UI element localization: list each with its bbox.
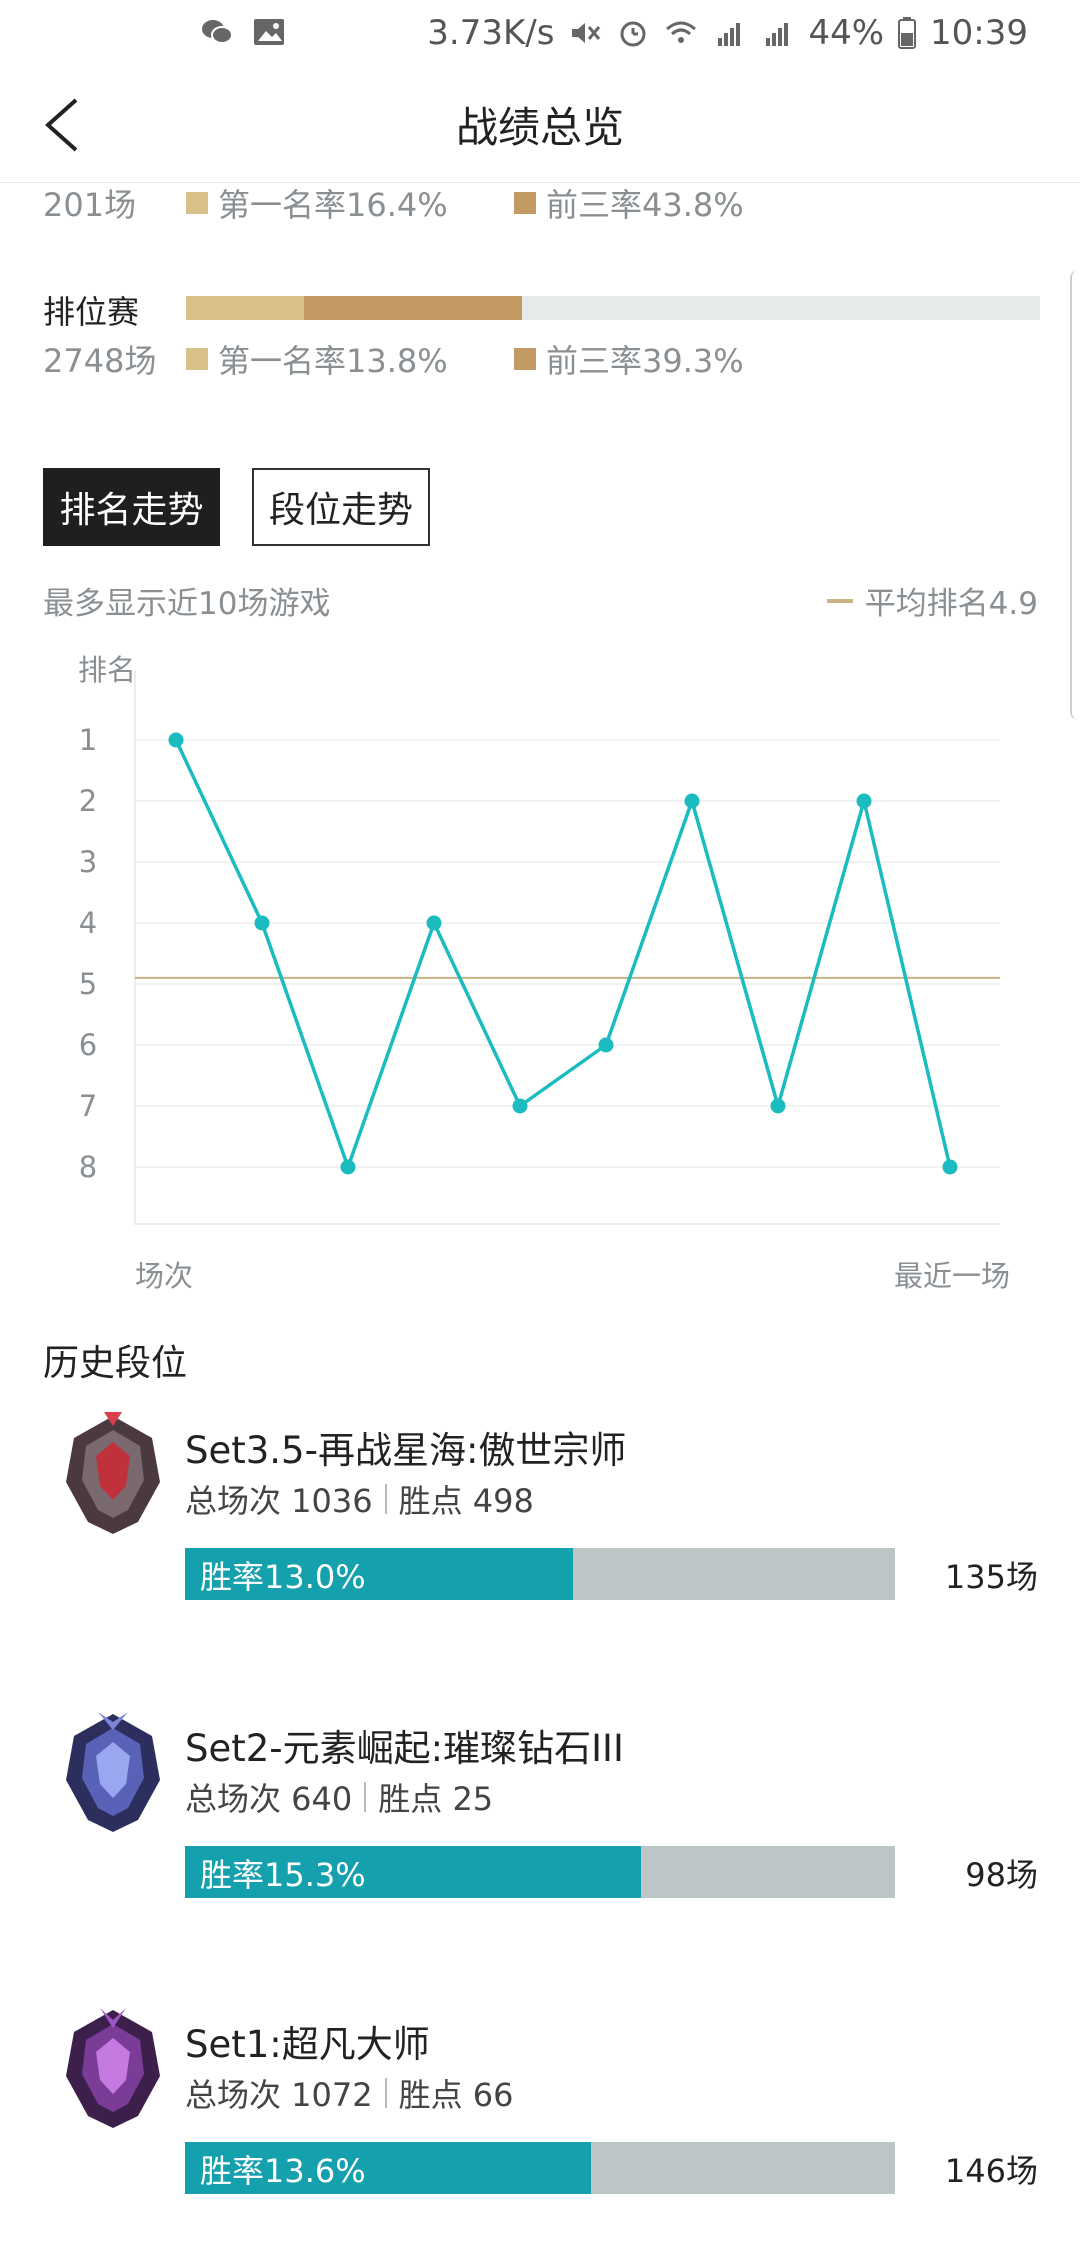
chart-note: 最多显示近10场游戏 <box>43 586 331 622</box>
diamond-emblem-icon <box>66 1712 160 1832</box>
ranked-first-rate: 第一名率13.8% <box>186 336 448 382</box>
rank-data-point[interactable] <box>684 793 700 809</box>
ranked-first-rate-text: 第一名率13.8% <box>218 342 448 380</box>
season-total-games: 总场次 640 <box>185 1780 353 1818</box>
signal-4g-icon <box>718 23 741 46</box>
rank-data-point[interactable] <box>512 1098 528 1114</box>
clock: 10:39 <box>930 13 1028 53</box>
ranked-top3-rate: 前三率39.3% <box>514 336 744 382</box>
win-rate-label: 胜率13.0% <box>200 1558 366 1596</box>
master-emblem-icon <box>66 2008 160 2128</box>
ranked-top3-rate-text: 前三率39.3% <box>546 342 744 380</box>
signal-e-icon <box>766 23 789 46</box>
battery-icon <box>898 17 917 49</box>
y-tick-label: 5 <box>79 967 97 1001</box>
season-name: Set1:超凡大师 <box>185 2023 430 2066</box>
wifi-icon <box>666 21 697 43</box>
y-tick-label: 2 <box>79 784 97 818</box>
average-rank-legend: 平均排名4.9 <box>826 578 1038 623</box>
season-games-count: 98场 <box>965 1856 1038 1894</box>
rank-data-point[interactable] <box>942 1159 958 1175</box>
status-bar: 3.73K/s 44% 10:39 <box>0 0 1080 66</box>
rank-data-point[interactable] <box>598 1037 614 1053</box>
season-games-count: 146场 <box>944 2152 1038 2190</box>
win-rate-label: 胜率13.6% <box>200 2152 366 2190</box>
status-right: 3.73K/s 44% 10:39 <box>427 10 1028 56</box>
ranked-label: 排位赛 <box>43 293 140 331</box>
header: 战绩总览 <box>0 66 1080 183</box>
season-name: Set2-元素崛起:璀璨钻石III <box>185 1727 624 1770</box>
normal-top3-rate: 前三率43.8% <box>514 180 744 226</box>
season-stats: 总场次 1072 胜点 66 <box>185 2070 514 2116</box>
mute-icon <box>572 23 601 43</box>
chart-axes <box>134 670 1000 1225</box>
x-axis-end-label: 最近一场 <box>894 1259 1010 1293</box>
top3-rate-swatch <box>514 348 536 370</box>
ranked-count: 2748场 <box>43 342 157 380</box>
rank-trend-chart: 排名 1 2 3 4 5 6 7 8 场次 最近一场 <box>78 653 1010 1293</box>
x-axis-start-label: 场次 <box>135 1259 193 1293</box>
tab-rank-trend[interactable]: 排名走势 <box>43 468 220 546</box>
season-points: 胜点 25 <box>378 1780 494 1818</box>
average-rank-text: 平均排名4.9 <box>864 586 1038 622</box>
top3-rate-swatch <box>514 192 536 214</box>
season-card[interactable]: Set1:超凡大师 总场次 1072 胜点 66 胜率13.6% 146场 <box>0 2006 1080 2266</box>
season-total-games: 总场次 1036 <box>185 1482 373 1520</box>
page-title: 战绩总览 <box>455 103 624 152</box>
season-stats: 总场次 1036 胜点 498 <box>185 1476 534 1522</box>
rank-data-point[interactable] <box>254 915 270 931</box>
battery-percent: 44% <box>808 13 885 53</box>
grandmaster-emblem-icon <box>66 1412 160 1534</box>
y-tick-label: 8 <box>79 1150 97 1184</box>
network-speed: 3.73K/s <box>427 13 555 53</box>
first-rate-swatch <box>186 192 208 214</box>
y-tick-label: 3 <box>79 845 97 879</box>
history-title: 历史段位 <box>43 1343 188 1384</box>
rank-data-point[interactable] <box>770 1098 786 1114</box>
stats-divider <box>364 1782 367 1812</box>
stats-divider <box>384 2078 387 2108</box>
normal-top3-rate-text: 前三率43.8% <box>546 186 744 224</box>
y-tick-label: 7 <box>79 1089 97 1123</box>
y-axis-title: 排名 <box>78 653 136 687</box>
normal-first-rate: 第一名率16.4% <box>186 180 448 226</box>
ranked-first-bar <box>186 296 304 320</box>
rank-data-point[interactable] <box>856 793 872 809</box>
normal-count: 201场 <box>43 186 137 224</box>
rank-data-point[interactable] <box>168 732 184 748</box>
rank-data-point[interactable] <box>426 915 442 931</box>
rank-data-point[interactable] <box>340 1159 356 1175</box>
normal-first-rate-text: 第一名率16.4% <box>218 186 448 224</box>
season-card[interactable]: Set2-元素崛起:璀璨钻石III 总场次 640 胜点 25 胜率15.3% … <box>0 1710 1080 1970</box>
status-left-icons <box>200 14 286 50</box>
season-points: 胜点 498 <box>398 1482 534 1520</box>
season-name: Set3.5-再战星海:傲世宗师 <box>185 1429 627 1472</box>
first-rate-swatch <box>186 348 208 370</box>
y-tick-label: 4 <box>79 906 97 940</box>
wechat-icon <box>202 20 233 44</box>
rank-series-line <box>174 739 952 1169</box>
gallery-icon <box>254 19 284 45</box>
average-line-swatch <box>826 598 853 603</box>
y-tick-label: 1 <box>79 723 97 757</box>
season-games-count: 135场 <box>944 1558 1038 1596</box>
alarm-icon <box>620 21 646 47</box>
stats-divider <box>384 1484 387 1514</box>
ranked-top3-bar <box>304 296 522 320</box>
y-tick-label: 6 <box>79 1028 97 1062</box>
season-total-games: 总场次 1072 <box>185 2076 373 2114</box>
win-rate-label: 胜率15.3% <box>200 1856 366 1894</box>
season-stats: 总场次 640 胜点 25 <box>185 1774 493 1820</box>
season-points: 胜点 66 <box>398 2076 514 2114</box>
tab-tier-trend[interactable]: 段位走势 <box>252 468 430 546</box>
scroll-indicator[interactable] <box>1070 270 1080 720</box>
season-card[interactable]: Set3.5-再战星海:傲世宗师 总场次 1036 胜点 498 胜率13.0%… <box>0 1412 1080 1672</box>
